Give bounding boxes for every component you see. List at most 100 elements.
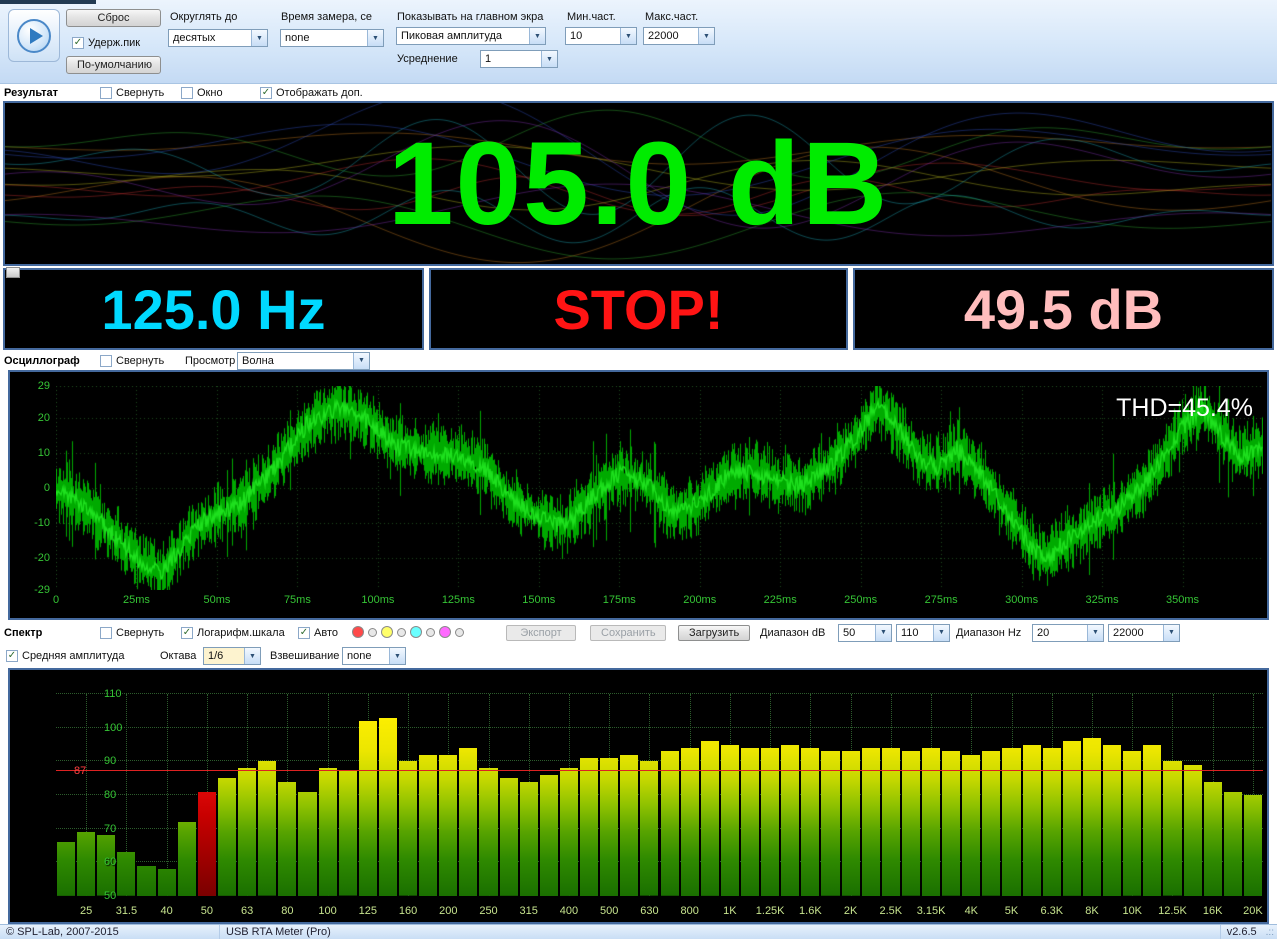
measure-time-value: none (285, 32, 310, 44)
scope-x-label: 125ms (441, 594, 475, 606)
avg-display-value: 49.5 dB (963, 277, 1164, 341)
scope-x-label: 175ms (602, 594, 636, 606)
scope-y-label: 29 (37, 380, 50, 392)
oscilloscope-title: Осциллограф (4, 354, 80, 367)
result-collapse-label: Свернуть (116, 86, 165, 99)
spectrum-bar (157, 869, 176, 896)
scope-x-label: 100ms (361, 594, 395, 606)
spectrum-collapse-label: Свернуть (116, 626, 165, 639)
scope-x-label: 50ms (203, 594, 231, 606)
range-hz-min-select[interactable]: 20 ▼ (1032, 623, 1104, 642)
db-tick-label: 110 (104, 688, 122, 700)
palette-dot[interactable] (439, 626, 451, 639)
result-show-extra-checkbox[interactable]: ✓ Отображать доп. (260, 86, 363, 99)
result-section-header: Результат ✓ Свернуть ✓ Окно ✓ Отображать… (0, 84, 1277, 101)
main-level-value: 105.0 dB (387, 117, 890, 250)
palette-dot[interactable] (455, 627, 464, 637)
collapse-handle-button[interactable] (6, 267, 20, 278)
round-to-select[interactable]: десятых ▼ (168, 29, 268, 47)
result-window-checkbox[interactable]: ✓ Окно (181, 86, 223, 99)
freq-tick-label: 1K (723, 905, 737, 917)
chevron-down-icon: ▼ (529, 28, 545, 44)
weighting-select[interactable]: none ▼ (342, 647, 406, 665)
range-db-max-value: 110 (901, 626, 919, 639)
freq-tick-label: 2K (843, 905, 858, 917)
grid-line (166, 694, 168, 896)
spectrum-bar (539, 774, 558, 896)
scope-x-label: 250ms (844, 594, 878, 606)
oscilloscope-section-header: Осциллограф ✓ Свернуть Просмотр Волна ▼ (0, 351, 1277, 370)
checkbox-check-icon: ✓ (6, 650, 18, 662)
chevron-down-icon: ▼ (367, 30, 383, 46)
measure-time-select[interactable]: none ▼ (280, 29, 384, 47)
resize-grip[interactable]: .:: (1263, 927, 1277, 938)
show-on-main-label: Показывать на главном экра (397, 11, 544, 23)
min-freq-select[interactable]: 10 ▼ (565, 27, 637, 45)
result-show-extra-label: Отображать доп. (276, 86, 363, 99)
spectrum-bar (519, 781, 538, 896)
spectrum-bar (1223, 791, 1242, 896)
palette-dot[interactable] (381, 626, 393, 639)
avg-amplitude-checkbox[interactable]: ✓ Средняя амплитуда (6, 650, 124, 662)
grid-line (56, 794, 1263, 795)
spectrum-bar (197, 791, 216, 896)
spectrum-bar (1103, 744, 1122, 896)
freq-tick-label: 1.6K (799, 905, 822, 917)
defaults-button[interactable]: По-умолчанию (66, 56, 161, 74)
spectrum-collapse-checkbox[interactable]: ✓ Свернуть (100, 626, 165, 639)
thd-readout: THD=45.4% (1116, 394, 1253, 422)
checkbox-check-icon: ✓ (72, 37, 84, 49)
freq-tick-label: 25 (80, 905, 93, 917)
palette-dot[interactable] (410, 626, 422, 639)
freq-tick-label: 8K (1085, 905, 1099, 917)
scope-x-label: 25ms (123, 594, 150, 606)
scope-x-label: 325ms (1085, 594, 1119, 606)
spectrum-bar (781, 744, 800, 896)
reset-button[interactable]: Сброс (66, 9, 161, 27)
spectrum-bar (580, 757, 599, 896)
spectrum-bar (338, 771, 357, 896)
freq-tick-label: 1.25K (755, 905, 785, 917)
octave-select[interactable]: 1/6 ▼ (203, 647, 261, 665)
palette-dot[interactable] (352, 626, 364, 639)
scope-view-select[interactable]: Волна ▼ (237, 351, 370, 370)
threshold-line (56, 770, 1263, 772)
averaging-label: Усреднение (397, 53, 458, 65)
range-hz-max-select[interactable]: 22000 ▼ (1108, 623, 1180, 642)
scope-x-label: 150ms (522, 594, 556, 606)
result-collapse-checkbox[interactable]: ✓ Свернуть (100, 86, 165, 99)
chevron-down-icon: ▼ (620, 28, 636, 44)
freq-tick-label: 4K (964, 905, 979, 917)
load-button[interactable]: Загрузить (678, 624, 750, 641)
log-scale-checkbox[interactable]: ✓ Логарифм.шкала (181, 626, 285, 639)
spectrum-bar (620, 754, 639, 896)
palette-dot[interactable] (426, 627, 435, 637)
spectrum-bar (841, 751, 860, 896)
scope-x-label: 200ms (683, 594, 717, 606)
main-level-display: 105.0 dB (3, 101, 1274, 266)
chevron-down-icon: ▼ (389, 648, 405, 664)
max-freq-select[interactable]: 22000 ▼ (643, 27, 715, 45)
scope-collapse-checkbox[interactable]: ✓ Свернуть (100, 354, 164, 367)
averaging-select[interactable]: 1 ▼ (480, 50, 558, 68)
range-db-max-select[interactable]: 110 ▼ (896, 623, 950, 642)
oscilloscope-panel: 29 20 10 0 -10 -20 -29 0 25ms 50ms 75ms 100ms 125ms… (8, 370, 1269, 620)
db-tick-label: 60 (104, 856, 117, 869)
spectrum-bar (57, 842, 76, 896)
scope-view-value: Волна (242, 354, 274, 367)
auto-checkbox[interactable]: ✓ Авто (298, 626, 338, 639)
range-db-min-select[interactable]: 50 ▼ (838, 623, 892, 642)
play-button[interactable] (8, 9, 60, 62)
palette-dot[interactable] (368, 627, 377, 637)
palette-dot[interactable] (397, 627, 406, 637)
freq-tick-label: 630 (640, 905, 659, 917)
show-on-main-value: Пиковая амплитуда (401, 30, 502, 42)
freq-tick-label: 20K (1243, 905, 1263, 917)
spectrum-bar (1143, 744, 1162, 896)
spectrum-bar (298, 791, 317, 896)
chevron-down-icon: ▼ (698, 28, 714, 44)
hold-peak-checkbox[interactable]: ✓ Удерж.пик (72, 37, 140, 49)
show-on-main-select[interactable]: Пиковая амплитуда ▼ (396, 27, 546, 45)
scope-view-label: Просмотр (185, 354, 236, 367)
freq-tick-label: 200 (439, 905, 458, 917)
